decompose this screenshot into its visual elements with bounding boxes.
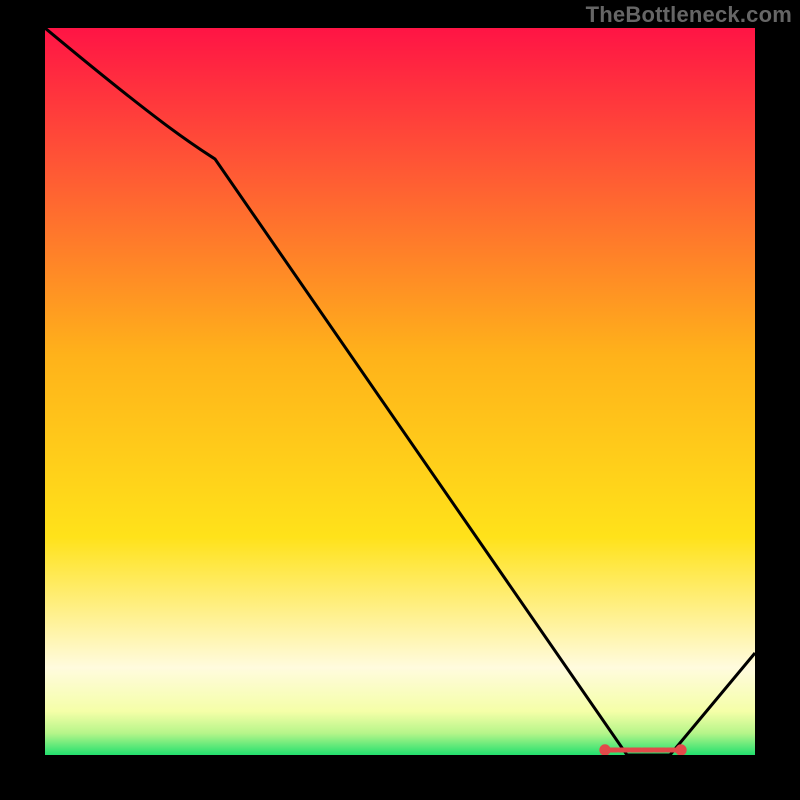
marker-end-dot <box>678 747 684 753</box>
plot-area <box>45 28 755 755</box>
marker-start-dot <box>602 747 608 753</box>
chart-frame: TheBottleneck.com <box>0 0 800 800</box>
watermark-text: TheBottleneck.com <box>586 2 792 28</box>
optimal-markers-group <box>602 747 684 753</box>
chart-svg <box>45 28 755 755</box>
gradient-background <box>45 28 755 755</box>
